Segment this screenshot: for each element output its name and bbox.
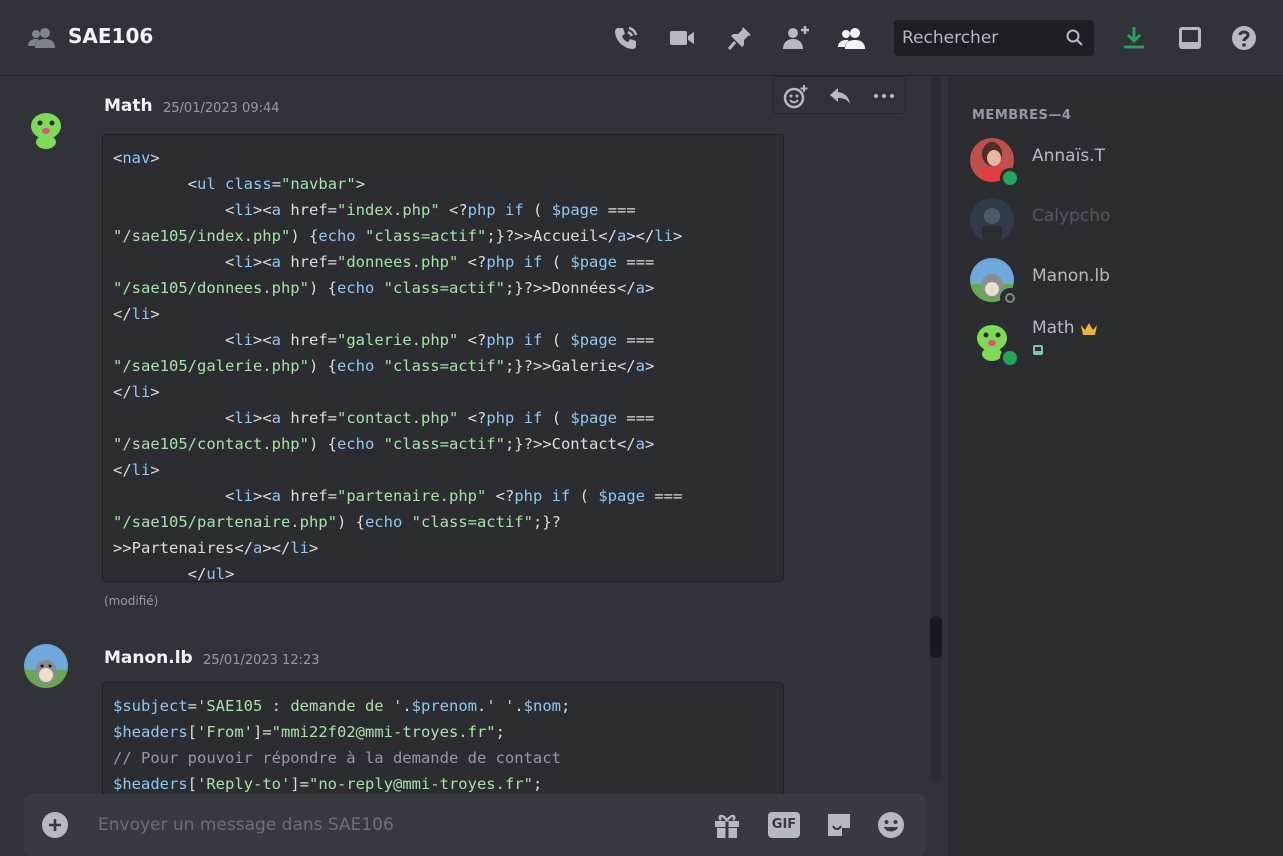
member-item[interactable]: Calypcho: [962, 192, 1262, 248]
status-idle-icon: [1000, 288, 1020, 308]
search-box[interactable]: [894, 20, 1094, 56]
avatar[interactable]: [24, 644, 68, 688]
code-line: </ul>: [113, 565, 235, 582]
avatar: [970, 198, 1014, 242]
voice-call-icon[interactable]: [612, 24, 640, 52]
gif-button[interactable]: GIF: [768, 812, 800, 838]
chat-scrollbar[interactable]: [930, 76, 942, 782]
member-name: Manon.lb: [1032, 266, 1110, 286]
code-line: $subject='SAE105 : demande de '.$prenom.…: [113, 697, 571, 715]
emoji-icon[interactable]: [876, 810, 906, 840]
code-line: </li>: [113, 461, 160, 479]
add-friend-icon[interactable]: [782, 24, 810, 52]
code-line: <li><a href="index.php" <?php if ( $page…: [113, 201, 636, 219]
channel-header: SAE106: [0, 0, 1283, 76]
code-line: </li>: [113, 383, 160, 401]
add-attachment-icon[interactable]: [42, 812, 68, 838]
pin-icon[interactable]: [726, 24, 754, 52]
message-list: Math 25/01/2023 09:44 <nav> <ul class="n…: [0, 76, 946, 856]
sticker-icon[interactable]: [824, 810, 854, 840]
code-line: // Pour pouvoir répondre à la demande de…: [113, 749, 561, 767]
code-line: <ul class="navbar">: [113, 175, 366, 193]
code-block: <nav> <ul class="navbar"> <li><a href="i…: [102, 134, 784, 582]
scroll-thumb[interactable]: [930, 616, 942, 658]
reply-icon[interactable]: [827, 83, 853, 109]
message-input[interactable]: [98, 808, 658, 842]
status-online-icon: [1000, 348, 1020, 368]
message-author[interactable]: Math: [104, 96, 153, 116]
message-author[interactable]: Manon.lb: [104, 648, 193, 668]
message-composer: GIF: [24, 794, 926, 856]
more-options-icon[interactable]: [871, 83, 897, 109]
member-item[interactable]: Manon.lb: [962, 252, 1262, 308]
download-icon[interactable]: [1120, 24, 1148, 52]
code-line: <li><a href="contact.php" <?php if ( $pa…: [113, 409, 655, 427]
member-item[interactable]: Annaïs.T: [962, 132, 1262, 188]
message-actions: [772, 76, 906, 114]
status-online-icon: [1000, 168, 1020, 188]
code-line: "/sae105/partenaire.php") {echo "class=a…: [113, 513, 561, 531]
avatar[interactable]: [24, 106, 68, 150]
activity-icon: [1033, 345, 1043, 355]
code-line: "/sae105/donnees.php") {echo "class=acti…: [113, 279, 655, 297]
member-name: Calypcho: [1032, 206, 1111, 226]
code-line: "/sae105/index.php") {echo "class=actif"…: [113, 227, 683, 245]
search-icon: [1066, 29, 1083, 46]
code-line: <li><a href="partenaire.php" <?php if ( …: [113, 487, 683, 505]
search-input[interactable]: [902, 20, 1062, 56]
crown-icon: [1081, 323, 1097, 335]
member-item[interactable]: Math: [962, 312, 1262, 368]
edited-label: (modifié): [104, 594, 159, 608]
member-list: MEMBRES—4 Annaïs.T Calypcho Manon.lb Mat…: [948, 76, 1283, 856]
code-line: </li>: [113, 305, 160, 323]
add-reaction-icon[interactable]: [783, 83, 809, 109]
gift-icon[interactable]: [712, 810, 742, 840]
inbox-icon[interactable]: [1176, 24, 1204, 52]
code-line: <li><a href="galerie.php" <?php if ( $pa…: [113, 331, 655, 349]
channel-name: SAE106: [68, 24, 154, 48]
code-line: <nav>: [113, 149, 160, 167]
member-name: Annaïs.T: [1032, 146, 1105, 166]
code-line: "/sae105/galerie.php") {echo "class=acti…: [113, 357, 655, 375]
code-line: <li><a href="donnees.php" <?php if ( $pa…: [113, 253, 655, 271]
code-line: >>Partenaires</a></li>: [113, 539, 319, 557]
members-icon: [28, 28, 55, 48]
help-icon[interactable]: [1230, 24, 1258, 52]
code-line: "/sae105/contact.php") {echo "class=acti…: [113, 435, 655, 453]
message-timestamp: 25/01/2023 12:23: [203, 653, 320, 668]
code-line: $headers['From']="mmi22f02@mmi-troyes.fr…: [113, 723, 505, 741]
video-call-icon[interactable]: [668, 24, 696, 52]
member-list-icon[interactable]: [838, 24, 866, 52]
member-list-header: MEMBRES—4: [972, 108, 1072, 123]
member-name: Math: [1032, 318, 1075, 338]
message-timestamp: 25/01/2023 09:44: [163, 101, 280, 116]
